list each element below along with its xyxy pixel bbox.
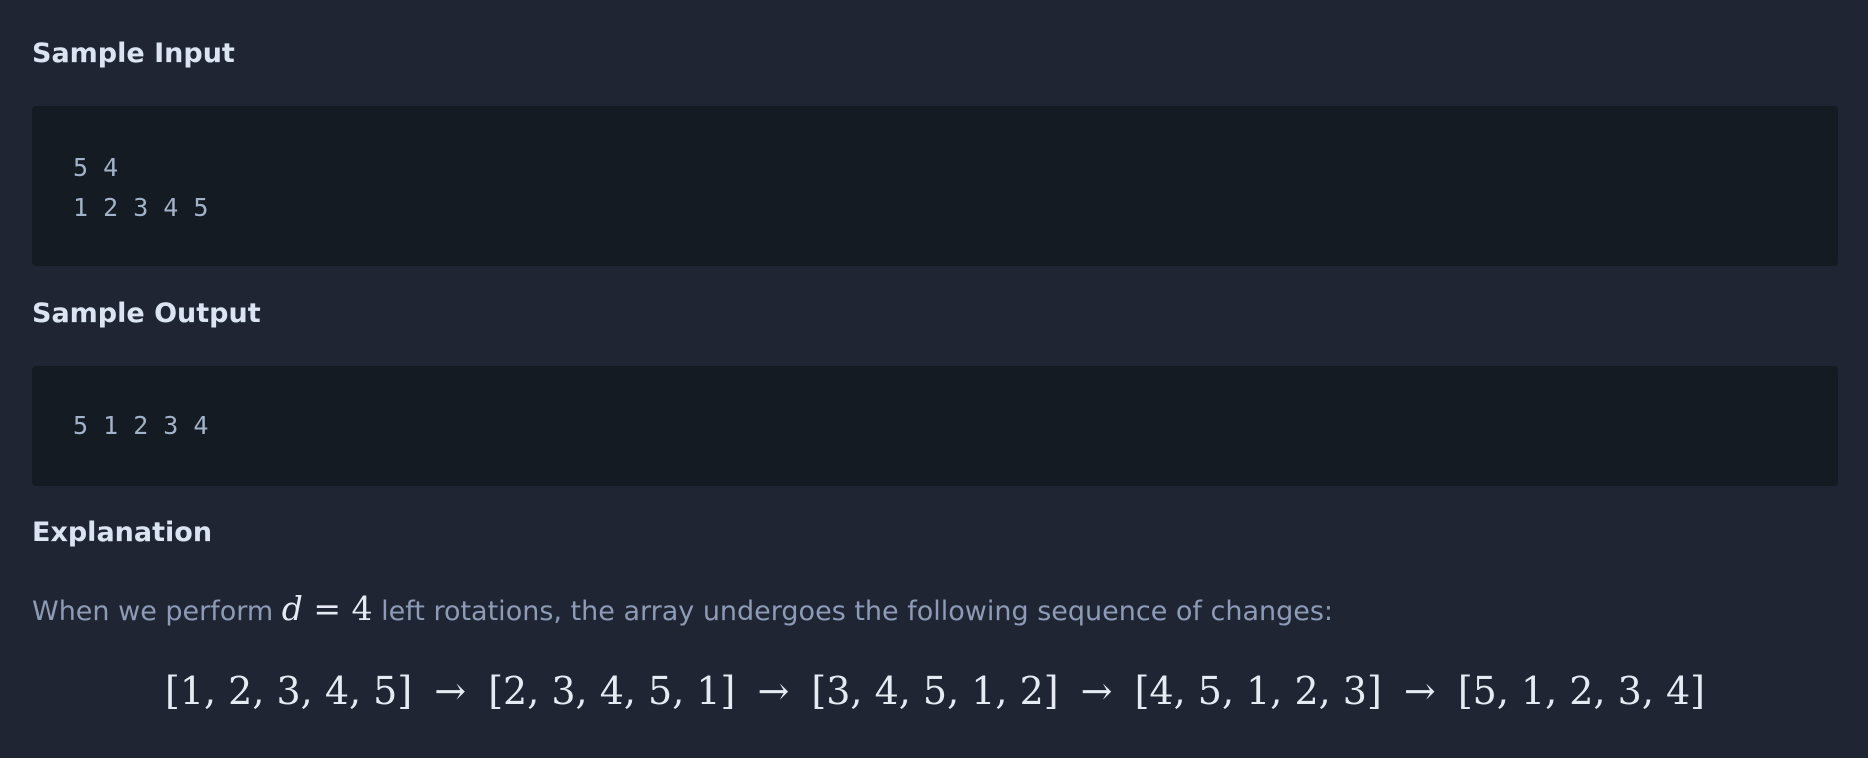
math-equals-value: = 4: [302, 589, 373, 628]
sample-output-code-block: 5 1 2 3 4: [32, 366, 1838, 486]
array-state: [1, 2, 3, 4, 5]: [165, 669, 413, 713]
explanation-text: When we perform d = 4 left rotations, th…: [32, 589, 1333, 632]
array-state: [4, 5, 1, 2, 3]: [1134, 669, 1382, 713]
explanation-text-before: When we perform: [32, 596, 282, 627]
explanation-heading: Explanation: [32, 517, 213, 548]
math-variable-d: d: [281, 589, 303, 628]
code-line: 1 2 3 4 5: [73, 193, 209, 222]
code-line: 5 4: [73, 153, 119, 182]
code-line: 5 1 2 3 4: [73, 411, 209, 440]
sample-input-code-block: 5 4 1 2 3 4 5: [32, 106, 1838, 266]
right-arrow-icon: →: [757, 669, 790, 713]
explanation-text-after: left rotations, the array undergoes the …: [372, 596, 1334, 627]
right-arrow-icon: →: [1080, 669, 1113, 713]
array-state: [3, 4, 5, 1, 2]: [811, 669, 1059, 713]
right-arrow-icon: →: [1403, 669, 1436, 713]
inline-math-d-equals-4: d = 4: [282, 589, 373, 628]
sample-output-heading: Sample Output: [32, 298, 261, 329]
array-state: [5, 1, 2, 3, 4]: [1457, 669, 1705, 713]
sample-input-heading: Sample Input: [32, 38, 235, 69]
array-state: [2, 3, 4, 5, 1]: [488, 669, 736, 713]
rotation-sequence: [1, 2, 3, 4, 5] → [2, 3, 4, 5, 1] → [3, …: [32, 666, 1838, 716]
right-arrow-icon: →: [434, 669, 467, 713]
